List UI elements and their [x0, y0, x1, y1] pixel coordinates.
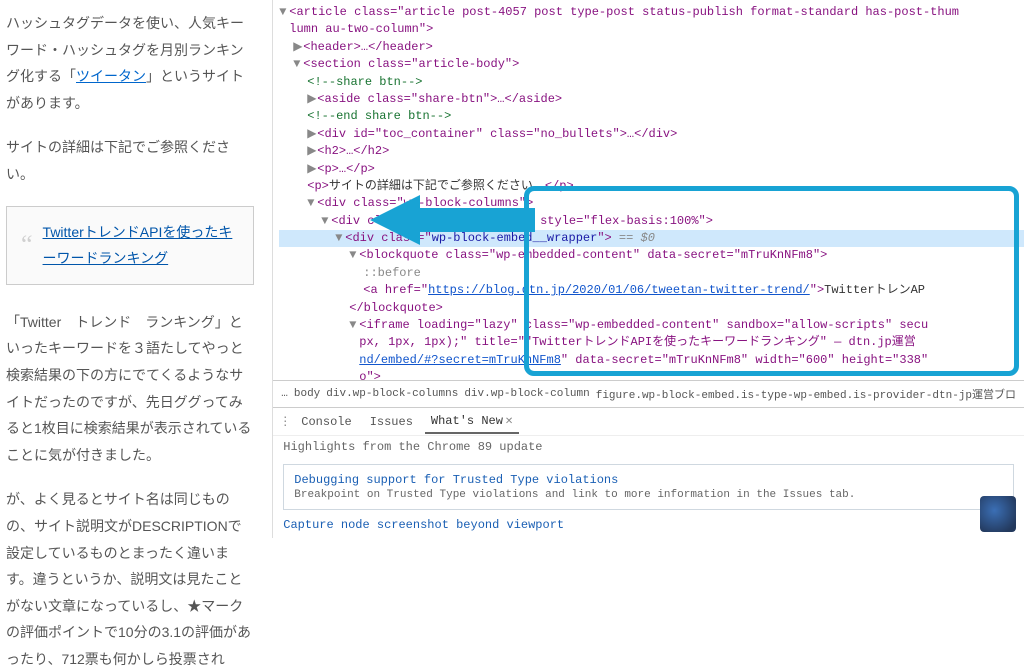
embed-title-link[interactable]: TwitterトレンドAPIを使ったキーワードランキング — [43, 219, 240, 272]
tab-issues[interactable]: Issues — [364, 411, 419, 433]
caret-down-icon[interactable]: ▼ — [349, 247, 359, 264]
caret-right-icon[interactable]: ▶ — [307, 143, 317, 160]
breadcrumb[interactable]: … body div.wp-block-columns div.wp-block… — [273, 380, 1024, 407]
elements-tree[interactable]: ▼<article class="article post-4057 post … — [273, 0, 1024, 380]
selected-node[interactable]: ▼<div class="wp-block-embed__wrapper"> =… — [279, 230, 1024, 247]
drawer-tabs: ⋮ Console Issues What's New✕ — [273, 407, 1024, 435]
highlights-heading: Highlights from the Chrome 89 update — [273, 435, 1024, 458]
decorative-graphic — [980, 496, 1016, 532]
caret-right-icon[interactable]: ▶ — [307, 126, 317, 143]
article-content: ハッシュタグデータを使い、人気キーワード・ハッシュタグを月別ランキング化する「ツ… — [0, 0, 272, 538]
devtools-panel: ▼<article class="article post-4057 post … — [272, 0, 1024, 538]
whats-new-card[interactable]: Debugging support for Trusted Type viola… — [283, 464, 1014, 510]
caret-down-icon[interactable]: ▼ — [349, 317, 359, 334]
paragraph: が、よく見るとサイト名は同じものの、サイト説明文がDESCRIPTIONで設定し… — [6, 486, 254, 672]
embed-card[interactable]: “ TwitterトレンドAPIを使ったキーワードランキング — [6, 206, 254, 285]
caret-right-icon[interactable]: ▶ — [293, 39, 303, 56]
close-icon[interactable]: ✕ — [505, 417, 513, 428]
tweetan-link[interactable]: ツイータン — [76, 68, 146, 84]
caret-right-icon[interactable]: ▶ — [307, 91, 317, 108]
whats-new-card[interactable]: Capture node screenshot beyond viewport — [273, 516, 1024, 538]
tab-console[interactable]: Console — [295, 411, 357, 433]
caret-down-icon[interactable]: ▼ — [321, 213, 331, 230]
paragraph: ハッシュタグデータを使い、人気キーワード・ハッシュタグを月別ランキング化する「ツ… — [6, 10, 254, 116]
paragraph: サイトの詳細は下記でご参照ください。 — [6, 134, 254, 187]
caret-down-icon[interactable]: ▼ — [279, 4, 289, 21]
caret-right-icon[interactable]: ▶ — [307, 161, 317, 178]
paragraph: 「Twitter トレンド ランキング」といったキーワードを３語たしてやっと検索… — [6, 309, 254, 469]
caret-down-icon[interactable]: ▼ — [307, 195, 317, 212]
card-title: Debugging support for Trusted Type viola… — [294, 473, 1003, 487]
card-desc: Breakpoint on Trusted Type violations an… — [294, 489, 1003, 501]
caret-down-icon[interactable]: ▼ — [335, 230, 345, 247]
caret-down-icon[interactable]: ▼ — [293, 56, 303, 73]
quote-icon: “ — [21, 232, 33, 258]
kebab-icon[interactable]: ⋮ — [279, 414, 289, 429]
tab-whats-new[interactable]: What's New✕ — [425, 410, 519, 434]
